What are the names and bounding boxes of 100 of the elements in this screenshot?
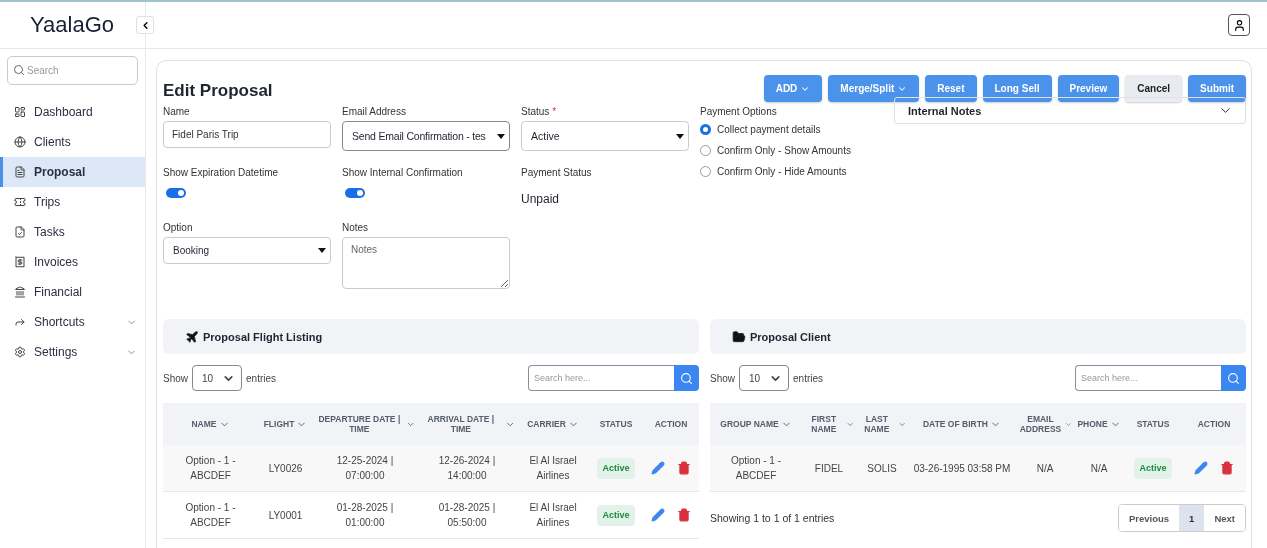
search-icon [13,64,25,76]
status-badge: Active [597,504,635,526]
panel-title: Proposal Flight Listing [203,330,323,343]
sidebar-item[interactable]: Clients [0,127,145,157]
dashboard-icon [14,106,26,118]
settings-icon [14,346,26,358]
radio-option[interactable]: Confirm Only - Hide Amounts [700,163,883,180]
field-label: Show Internal Confirmation [342,167,464,178]
status-badge: Active [597,457,635,479]
search-icon [1227,371,1240,385]
column-header[interactable]: LAST NAME [856,403,908,445]
column-header[interactable]: DATE OF BIRTH [908,403,1016,445]
status-select[interactable]: Active [521,121,689,151]
field-label: Payment Options [700,106,778,117]
show-label: Show [163,372,188,384]
sidebar-item[interactable]: Tasks [0,217,145,247]
caret-icon [497,133,505,139]
edit-icon[interactable] [651,461,665,475]
table-search-field[interactable]: Search here... [528,365,674,391]
field-label: Payment Status [521,167,593,178]
field-label: Option [163,222,194,233]
table-cell: N/A [1074,445,1124,492]
column-header: ACTION [643,403,699,445]
ticket-icon [14,196,26,208]
table-cell: Option - 1 - ABCDEF [163,445,258,492]
pagination-button[interactable]: 1 [1179,505,1205,531]
column-header[interactable]: GROUP NAME [710,403,802,445]
sidebar-item[interactable]: Settings [0,337,145,367]
column-header[interactable]: CARRIER [517,403,589,445]
page-title: Edit Proposal [163,80,273,101]
user-button[interactable] [1228,14,1250,36]
collapse-button[interactable] [136,16,154,34]
delete-icon[interactable] [677,461,691,475]
sidebar-item[interactable]: Trips [0,187,145,217]
table-cell: Option - 1 - ABCDEF [710,445,802,492]
payment-status-value: Unpaid [521,192,561,206]
column-header[interactable]: PHONE [1074,403,1124,445]
sidebar-item[interactable]: Proposal [0,157,145,187]
entries-info: Showing 1 to 1 of 1 entries [710,512,835,524]
edit-icon[interactable] [1194,461,1208,475]
delete-icon[interactable] [1220,461,1234,475]
caret-icon [676,133,684,139]
column-header[interactable]: ARRIVAL DATE | TIME [417,403,517,445]
action-button[interactable]: Cancel [1125,75,1183,102]
sidebar-item[interactable]: Financial [0,277,145,307]
name-field[interactable]: Fidel Paris Trip [163,121,331,148]
folder-icon [732,329,746,344]
page-size-select[interactable]: 10 [192,365,242,391]
column-header: STATUS [589,403,643,445]
toggle-switch[interactable] [166,188,186,198]
radio-option[interactable]: Collect payment details [700,121,883,138]
user-icon [1232,18,1246,32]
notes-field[interactable]: Notes [342,237,510,289]
table-cell: LY0026 [258,445,313,492]
field-label: Status * [521,106,558,117]
show-label: Show [710,372,735,384]
table-cell: El Al Israel Airlines [517,445,589,492]
search-button[interactable] [1221,365,1246,391]
radio-option[interactable]: Confirm Only - Show Amounts [700,142,883,159]
email-select[interactable]: Send Email Confirmation - tes [342,121,510,151]
column-header: STATUS [1124,403,1182,445]
document-icon [14,166,26,178]
logo: YaalaGo [30,12,114,38]
search-icon [680,371,693,385]
globe-icon [14,136,26,148]
document-check-icon [14,226,26,238]
required-mark: * [552,106,557,117]
edit-icon[interactable] [651,508,665,522]
field-label: Show Expiration Datetime [163,167,280,178]
option-select[interactable]: Booking [163,237,331,264]
table-search-field[interactable]: Search here... [1075,365,1221,391]
column-header: ACTION [1182,403,1246,445]
column-header[interactable]: FLIGHT [258,403,313,445]
delete-icon[interactable] [677,508,691,522]
toggle-switch[interactable] [345,188,365,198]
table-cell: 12-26-2024 | 14:00:00 [417,445,517,492]
internal-notes-panel[interactable]: Internal Notes [894,97,1246,124]
sidebar-item[interactable]: Shortcuts [0,307,145,337]
column-header[interactable]: DEPARTURE DATE | TIME [313,403,417,445]
radio-button[interactable] [700,145,711,156]
column-header[interactable]: EMAIL ADDRESS [1016,403,1074,445]
sidebar-item[interactable]: Dashboard [0,97,145,127]
radio-button[interactable] [700,124,711,135]
column-header[interactable]: NAME [163,403,258,445]
table-cell: 03-26-1995 03:58 PM [908,445,1016,492]
field-label: Notes [342,222,370,233]
search-button[interactable] [674,365,699,391]
airplane-icon [185,329,199,344]
table-cell: 12-25-2024 | 07:00:00 [313,445,417,492]
forward-arrow-icon [14,316,26,328]
search-field[interactable]: Search [7,56,138,85]
panel-title: Proposal Client [750,330,831,343]
caret-icon [318,248,326,253]
column-header[interactable]: FIRST NAME [802,403,856,445]
radio-button[interactable] [700,166,711,177]
field-label: Email Address [342,106,407,117]
page-size-select[interactable]: 10 [739,365,789,391]
status-badge: Active [1134,457,1172,479]
bank-icon [14,286,26,298]
sidebar-item[interactable]: Invoices [0,247,145,277]
